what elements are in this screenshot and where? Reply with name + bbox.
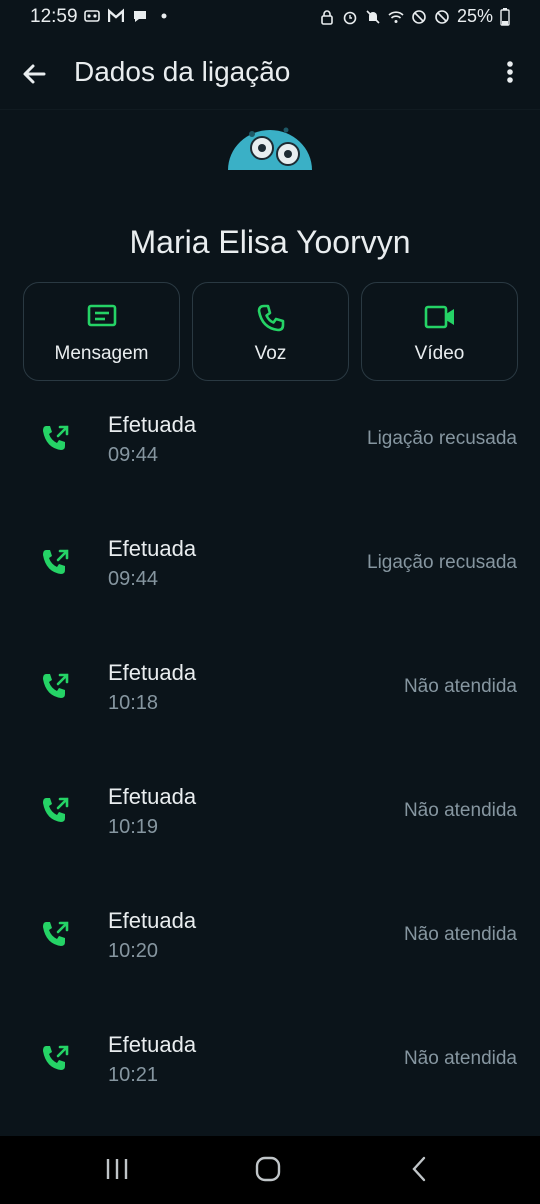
message-button-label: Mensagem — [54, 343, 149, 364]
outgoing-call-icon — [43, 425, 69, 450]
lock-icon — [321, 9, 333, 25]
page-title: Dados da ligação — [74, 56, 291, 87]
call-status: Não atendida — [403, 676, 517, 697]
back-nav-icon[interactable] — [408, 1156, 430, 1182]
no-signal-icon-2 — [435, 9, 449, 24]
call-time: 09:44 — [108, 568, 159, 590]
video-call-button[interactable]: Vídeo — [361, 282, 518, 381]
wifi-icon — [388, 10, 404, 23]
call-type: Efetuada — [108, 1032, 197, 1057]
outgoing-call-icon — [43, 549, 69, 574]
call-history-list: Efetuada 09:44 Ligação recusada Efetuada… — [0, 400, 540, 1144]
call-log-item[interactable]: Efetuada 09:44 Ligação recusada — [0, 400, 540, 524]
call-log-item[interactable]: Efetuada 10:20 Não atendida — [0, 896, 540, 1020]
battery-percent: 25% — [456, 6, 493, 26]
call-time: 09:44 — [108, 444, 159, 466]
outgoing-call-icon — [43, 921, 69, 946]
outgoing-call-icon — [43, 797, 69, 822]
contact-avatar[interactable] — [226, 120, 314, 170]
voice-call-button[interactable]: Voz — [192, 282, 349, 381]
action-buttons: Mensagem Voz Vídeo — [23, 282, 518, 381]
recent-apps-icon[interactable] — [104, 1156, 130, 1182]
call-log-item[interactable]: Efetuada 10:19 Não atendida — [0, 772, 540, 896]
status-time: 12:59 — [30, 6, 78, 27]
mute-icon — [366, 9, 380, 24]
back-arrow-icon[interactable] — [18, 58, 50, 90]
battery-icon — [500, 7, 510, 26]
message-icon — [87, 304, 116, 327]
call-status: Não atendida — [403, 1048, 517, 1069]
call-type: Efetuada — [108, 908, 197, 933]
call-status: Não atendida — [403, 800, 517, 821]
call-type: Efetuada — [108, 536, 197, 561]
system-icons: 25% — [319, 6, 510, 27]
call-type: Efetuada — [108, 660, 197, 685]
outgoing-call-icon — [43, 673, 69, 698]
call-time: 10:19 — [108, 816, 159, 838]
alarm-icon — [343, 11, 357, 24]
app-bar: Dados da ligação — [0, 36, 540, 110]
call-log-item[interactable]: Efetuada 09:44 Ligação recusada — [0, 524, 540, 648]
call-log-item[interactable]: Efetuada 10:18 Não atendida — [0, 648, 540, 772]
avatar-image — [228, 127, 312, 170]
call-status: Ligação recusada — [367, 552, 517, 573]
call-type: Efetuada — [108, 784, 197, 809]
chat-icon — [134, 11, 146, 22]
contact-name: Maria Elisa Yoorvyn — [129, 224, 411, 260]
voice-call-button-label: Voz — [254, 343, 287, 364]
more-options-icon[interactable] — [500, 58, 520, 90]
notification-icons — [84, 8, 172, 24]
call-log-item[interactable]: Efetuada 10:21 Não atendida — [0, 1020, 540, 1144]
video-call-button-label: Vídeo — [414, 343, 465, 364]
home-icon[interactable] — [254, 1156, 282, 1182]
gmail-icon — [108, 8, 124, 22]
status-bar: 12:59 25% — [0, 0, 540, 36]
dot-icon — [161, 13, 167, 19]
call-type: Efetuada — [108, 412, 197, 437]
system-nav-bar — [0, 1136, 540, 1204]
call-time: 10:20 — [108, 940, 159, 962]
phone-icon — [257, 304, 284, 332]
message-button[interactable]: Mensagem — [23, 282, 180, 381]
call-status: Ligação recusada — [367, 428, 517, 449]
voicemail-icon — [84, 10, 100, 22]
call-status: Não atendida — [403, 924, 517, 945]
no-signal-icon — [412, 9, 426, 24]
video-icon — [424, 305, 454, 329]
call-time: 10:21 — [108, 1064, 159, 1086]
outgoing-call-icon — [43, 1045, 69, 1070]
call-time: 10:18 — [108, 692, 159, 714]
